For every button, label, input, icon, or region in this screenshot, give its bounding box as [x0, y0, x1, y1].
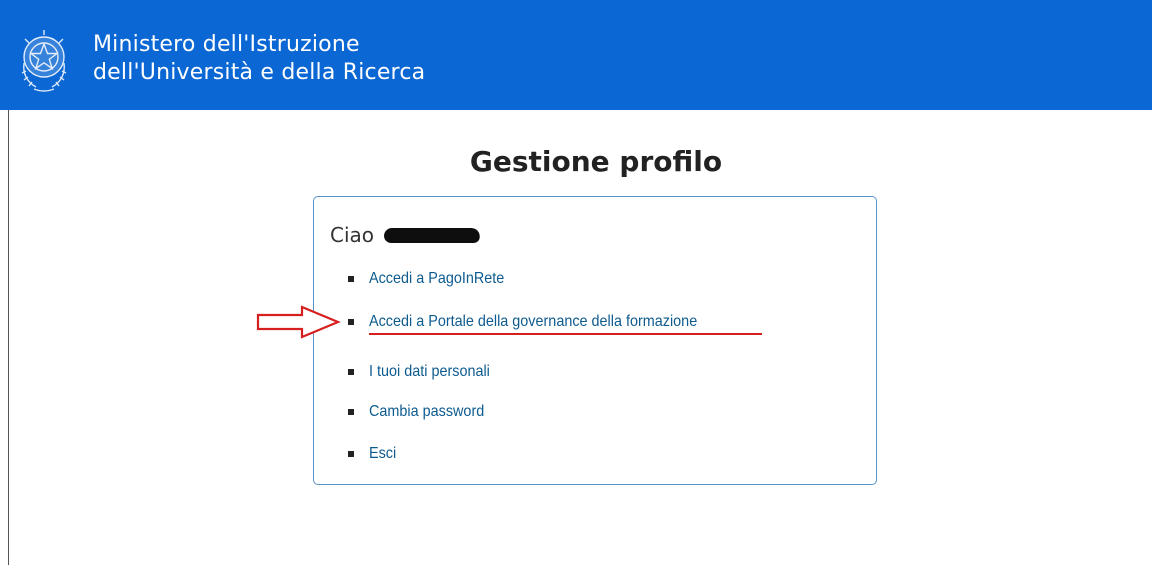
greeting-text: Ciao [330, 223, 375, 247]
change-password-link[interactable]: Cambia password [369, 402, 484, 422]
personal-data-link[interactable]: I tuoi dati personali [369, 362, 490, 382]
site-header: Ministero dell'Istruzione dell'Universit… [0, 0, 1152, 110]
bullet-icon [348, 451, 354, 457]
redacted-username [382, 228, 482, 243]
menu-item-pagoinrete: Accedi a PagoInRete [348, 269, 519, 289]
bullet-icon [348, 369, 354, 375]
governance-portal-link[interactable]: Accedi a Portale della governance della … [369, 312, 697, 332]
menu-item-personal-data: I tuoi dati personali [348, 362, 503, 382]
bullet-icon [348, 319, 354, 325]
bullet-icon [348, 409, 354, 415]
page-title: Gestione profilo [469, 145, 723, 178]
italian-republic-emblem-icon [21, 30, 67, 92]
menu-item-logout: Esci [348, 444, 399, 464]
red-outline-right-arrow-icon [256, 305, 341, 339]
pagoinrete-link[interactable]: Accedi a PagoInRete [369, 269, 504, 289]
ministry-title-line-2: dell'Università e della Ricerca [93, 60, 426, 85]
bullet-icon [348, 276, 354, 282]
profile-panel: Ciao Accedi a PagoInRete Accedi a Portal… [313, 196, 877, 485]
ministry-title: Ministero dell'Istruzione dell'Universit… [93, 31, 425, 87]
logout-link[interactable]: Esci [369, 444, 396, 464]
ministry-title-line-1: Ministero dell'Istruzione [93, 32, 360, 57]
page: Ministero dell'Istruzione dell'Universit… [0, 0, 1152, 565]
menu-item-change-password: Cambia password [348, 402, 497, 422]
red-highlight-underline [369, 333, 762, 335]
menu-item-governance-portal: Accedi a Portale della governance della … [348, 312, 734, 332]
